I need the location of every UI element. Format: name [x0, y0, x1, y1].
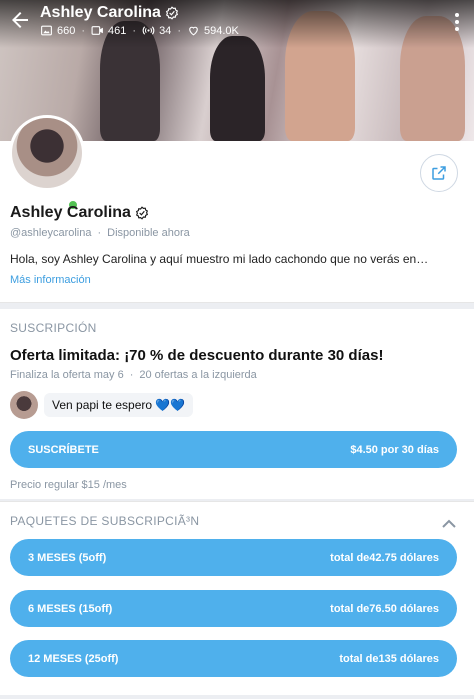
- subscribe-label: SUSCRÍBETE: [28, 443, 99, 456]
- videos-stat: 461: [91, 24, 126, 37]
- photos-count: 660: [57, 24, 76, 37]
- availability-status: Disponible ahora: [107, 227, 190, 239]
- header-stats: 660 · 461 · 34 · 594.0K: [40, 24, 239, 37]
- bundle-button-6-months[interactable]: 6 MESES (15off) total de76.50 dólares: [10, 590, 457, 627]
- bundle-price: total de135 dólares: [339, 652, 439, 665]
- subscription-label: SUSCRIPCIÓN: [10, 321, 97, 335]
- share-icon: [432, 166, 446, 180]
- streams-stat: 34: [142, 24, 171, 37]
- streams-count: 34: [159, 24, 172, 37]
- offers-left: 20 ofertas a la izquierda: [139, 369, 257, 381]
- bundle-label: 3 MESES (5off): [28, 551, 107, 564]
- separator-dot: ·: [177, 24, 181, 37]
- message-bubble: Ven papi te espero 💙💙: [44, 393, 194, 417]
- message-text: Ven papi te espero: [52, 398, 153, 412]
- offer-title: Oferta limitada: ¡70 % de descuento dura…: [10, 347, 384, 364]
- bundle-price: total de76.50 dólares: [330, 602, 439, 615]
- separator-dot: ·: [81, 24, 86, 37]
- profile-card: Ashley Carolina @ashleycarolina · Dispon…: [0, 115, 474, 303]
- bundles-section: PAQUETES DE SUBSCRIPCIÃ³N 3 MESES (5off)…: [0, 501, 474, 695]
- likes-count: 594.0K: [203, 24, 239, 37]
- photos-stat: 660: [40, 24, 75, 37]
- message-avatar: [10, 391, 38, 419]
- profile-page: Ashley Carolina 660 · 461 · 34 · 594.0K: [0, 0, 474, 699]
- bundle-label: 6 MESES (15off): [28, 602, 113, 615]
- verified-icon: [165, 6, 178, 20]
- share-button[interactable]: [420, 154, 458, 192]
- image-icon: [41, 25, 52, 36]
- profile-handle: @ashleycarolina: [10, 227, 92, 239]
- bundle-button-12-months[interactable]: 12 MESES (25off) total de135 dólares: [10, 640, 457, 677]
- creator-message: Ven papi te espero 💙💙: [10, 391, 194, 419]
- separator-dot: ·: [132, 24, 137, 37]
- broadcast-icon: [142, 26, 155, 35]
- header-name: Ashley Carolina: [40, 4, 179, 22]
- regular-price: Precio regular $15 /mes: [10, 479, 127, 491]
- separator-dot: ·: [129, 369, 134, 381]
- subscribe-price: $4.50 por 30 días: [350, 443, 439, 456]
- offer-ends: Finaliza la oferta may 6: [10, 369, 124, 381]
- top-bar: Ashley Carolina 660 · 461 · 34 · 594.0K: [0, 0, 474, 48]
- profile-name-text: Ashley Carolina: [10, 204, 131, 221]
- bundle-button-3-months[interactable]: 3 MESES (5off) total de42.75 dólares: [10, 539, 457, 576]
- offer-meta: Finaliza la oferta may 6 · 20 ofertas a …: [10, 369, 257, 381]
- chevron-up-icon[interactable]: [442, 516, 456, 528]
- profile-bio: Hola, soy Ashley Carolina y aquí muestro…: [10, 252, 429, 266]
- cover-figure: [210, 36, 265, 141]
- verified-icon: [135, 206, 148, 220]
- message-emoji: 💙💙: [155, 398, 186, 412]
- video-icon: [91, 26, 103, 35]
- bundle-label: 12 MESES (25off): [28, 652, 119, 665]
- bundles-label: PAQUETES DE SUBSCRIPCIÃ³N: [10, 514, 200, 528]
- subscription-section: SUSCRIPCIÓN Oferta limitada: ¡70 % de de…: [0, 309, 474, 499]
- heart-icon: [189, 26, 198, 36]
- separator-dot: ·: [97, 227, 102, 239]
- bundle-price: total de42.75 dólares: [330, 551, 439, 564]
- more-vertical-icon[interactable]: [454, 12, 460, 32]
- subscribe-button[interactable]: SUSCRÍBETE $4.50 por 30 días: [10, 431, 457, 468]
- more-info-link[interactable]: Más información: [10, 274, 91, 286]
- profile-handle-row: @ashleycarolina · Disponible ahora: [10, 227, 190, 239]
- avatar-image: [12, 118, 82, 188]
- avatar[interactable]: [9, 115, 85, 191]
- back-arrow-icon[interactable]: [8, 8, 32, 32]
- profile-name: Ashley Carolina: [10, 204, 149, 222]
- likes-stat: 594.0K: [187, 24, 239, 37]
- videos-count: 461: [108, 24, 127, 37]
- header-name-text: Ashley Carolina: [40, 4, 161, 21]
